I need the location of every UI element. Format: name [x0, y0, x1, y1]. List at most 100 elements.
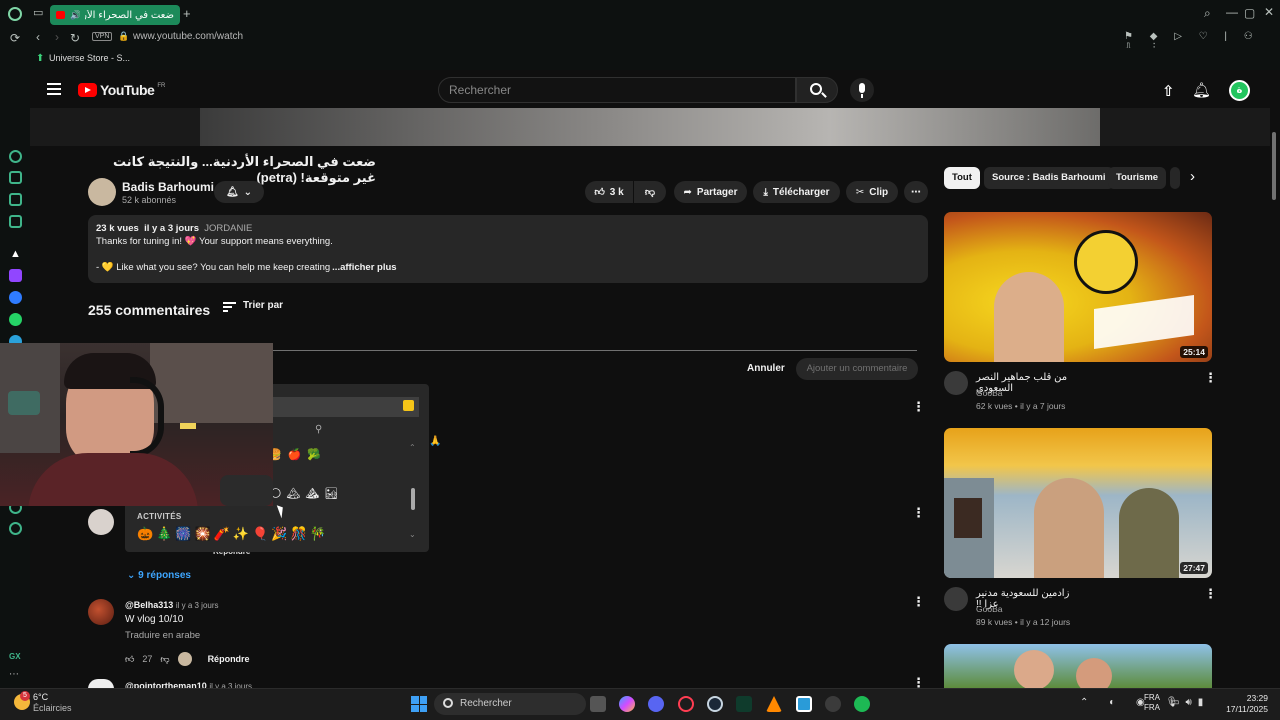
subscribe-bell-button[interactable]: 🔔︎ ⌄ [214, 181, 264, 203]
reply-button[interactable]: Répondre [208, 654, 250, 664]
related-thumbnail[interactable] [944, 644, 1212, 688]
channel-avatar[interactable] [88, 178, 116, 206]
vpn-badge[interactable]: VPN [92, 32, 113, 41]
sidebar-aria-icon[interactable]: ▲ [9, 248, 22, 261]
system-status-icons[interactable]: ▭🔊︎▮ [1170, 697, 1209, 708]
emoji-travel-row[interactable]: 🌕🏔⛰🏜 [270, 487, 343, 500]
chip-all[interactable]: Tout [944, 167, 980, 189]
sidebar-bot-icon[interactable] [9, 171, 22, 184]
related-channel[interactable]: GooBa [976, 604, 1002, 614]
upload-icon[interactable]: ⇧ [1162, 82, 1175, 100]
comment-more-icon[interactable]: ⋮ [912, 506, 925, 519]
chip-source[interactable]: Source : Badis Barhoumi [984, 167, 1114, 189]
search-tabs-icon[interactable]: ⌕ [1204, 6, 1211, 21]
download-button[interactable]: ⤓ Télécharger [753, 181, 840, 203]
spotify-icon[interactable] [854, 696, 870, 712]
chip-overflow[interactable] [1170, 167, 1180, 189]
channel-avatar[interactable] [944, 587, 968, 611]
opera-logo-icon[interactable] [8, 7, 22, 21]
bookmark-universe-store[interactable]: Universe Store - S... [49, 53, 130, 63]
comment-author[interactable]: @Belha313 [125, 600, 173, 610]
url-field[interactable]: www.youtube.com/watch [133, 31, 243, 42]
speaker-icon[interactable]: 🔊 [70, 10, 79, 21]
tab-workspace-icon[interactable]: ▭ [33, 6, 43, 19]
taskbar-search-input[interactable]: Rechercher [434, 693, 586, 715]
start-button[interactable] [411, 696, 427, 712]
search-input[interactable]: Rechercher [438, 77, 796, 103]
page-scrollbar[interactable] [1272, 132, 1276, 200]
emoji-skin-tone-icon[interactable] [403, 400, 414, 411]
steam-icon[interactable] [707, 696, 723, 712]
show-more-link[interactable]: ...afficher plus [332, 261, 396, 274]
youtube-logo[interactable]: YouTube FR [78, 82, 165, 98]
hashtag-tag[interactable]: JORDANIE [204, 223, 252, 234]
mic-button[interactable] [850, 78, 874, 102]
language-indicator[interactable]: FRA FRA [1144, 693, 1160, 713]
thumbs-up-icon[interactable]: 👍︎ [125, 654, 134, 665]
sidebar-more-icon[interactable]: ⋯ [9, 670, 22, 683]
reload-sidebar-icon[interactable]: ⟳ [10, 31, 20, 45]
obs-icon[interactable] [796, 696, 812, 712]
close-icon[interactable]: ✕ [1264, 5, 1274, 19]
copilot-icon[interactable] [619, 696, 635, 712]
sidebar-messenger-icon[interactable] [9, 291, 22, 304]
sidebar-media-icon[interactable] [9, 215, 22, 228]
emoji-activities-row[interactable]: 🎃🎄🎆🎇🧨✨🎈🎉🎊🎋 [137, 526, 329, 542]
comment-avatar[interactable] [88, 509, 114, 535]
terminal-icon[interactable] [736, 696, 752, 712]
comment-more-icon[interactable]: ⋮ [912, 400, 925, 413]
related-thumbnail[interactable]: 27:47 [944, 428, 1212, 578]
related-more-icon[interactable]: ⋮ [1204, 371, 1217, 384]
thumbs-down-icon[interactable]: 👎︎ [160, 654, 169, 665]
sidebar-wallet-icon[interactable] [9, 193, 22, 206]
discord-icon[interactable] [648, 696, 664, 712]
share-button[interactable]: ➦ Partager [674, 181, 747, 203]
chip-tourism[interactable]: Tourisme [1108, 167, 1167, 189]
sidebar-gx-icon[interactable]: GX [9, 650, 22, 663]
weather-widget[interactable]: 6°C Éclaircies [33, 692, 72, 714]
emoji-food-row[interactable]: 🍔🍎🥦 [268, 448, 327, 461]
clock[interactable]: 23:29 17/11/2025 [1226, 693, 1268, 715]
browser-tab-active[interactable]: 🔊 ضعت في الصحراء الأردنية [50, 5, 180, 25]
dislike-button[interactable]: 👎︎ [634, 181, 666, 203]
maximize-icon[interactable]: ▢ [1244, 6, 1255, 20]
emoji-scroll-up-icon[interactable]: ⌃ [409, 443, 416, 452]
sort-button[interactable]: Trier par [243, 300, 283, 311]
comment-more-icon[interactable]: ⋮ [912, 595, 925, 608]
back-icon[interactable]: ‹ [36, 30, 40, 44]
minimize-icon[interactable]: — [1226, 5, 1238, 19]
emoji-search-input[interactable] [273, 397, 419, 417]
related-more-icon[interactable]: ⋮ [1204, 587, 1217, 600]
comment-avatar[interactable] [88, 599, 114, 625]
opera-gx-icon[interactable] [678, 696, 694, 712]
clip-button[interactable]: ✂ Clip [846, 181, 898, 203]
emoji-scroll-down-icon[interactable]: ⌄ [409, 530, 416, 539]
cancel-comment-button[interactable]: Annuler [747, 363, 785, 374]
sidebar-whatsapp-icon[interactable] [9, 313, 22, 326]
notifications-icon[interactable]: 🔔︎ [1192, 81, 1211, 99]
sort-icon[interactable] [223, 302, 236, 312]
replies-toggle[interactable]: ⌄ 9 réponses [127, 570, 191, 581]
channel-avatar[interactable] [944, 371, 968, 395]
like-button[interactable]: 👍︎ 3 k [585, 181, 633, 203]
task-view-icon[interactable] [590, 696, 606, 712]
channel-name[interactable]: Badis Barhoumi [122, 180, 214, 194]
emoji-category-place-icon[interactable]: ⚲ [315, 424, 322, 435]
avatar[interactable]: ة [1229, 80, 1250, 101]
related-channel[interactable]: GooBa [976, 388, 1002, 398]
recorder-icon[interactable] [825, 696, 841, 712]
sidebar-settings-icon[interactable] [9, 522, 22, 535]
sidebar-twitch-icon[interactable] [9, 269, 22, 282]
description-box[interactable]: 23 k vues il y a 3 jours JORDANIE Thanks… [88, 215, 928, 283]
new-tab-icon[interactable]: + [183, 6, 191, 21]
emoji-scrollbar[interactable] [411, 488, 415, 510]
submit-comment-button[interactable]: Ajouter un commentaire [796, 358, 918, 380]
forward-icon[interactable]: › [55, 30, 59, 44]
refresh-icon[interactable]: ↻ [70, 31, 80, 45]
chips-next-icon[interactable]: › [1190, 168, 1195, 185]
menu-icon[interactable] [47, 83, 61, 95]
comment-more-icon[interactable]: ⋮ [912, 676, 925, 689]
sidebar-speed-dial-icon[interactable] [9, 150, 22, 163]
more-actions-button[interactable]: ⋯ [904, 181, 928, 203]
translate-link[interactable]: Traduire en arabe [125, 630, 200, 641]
